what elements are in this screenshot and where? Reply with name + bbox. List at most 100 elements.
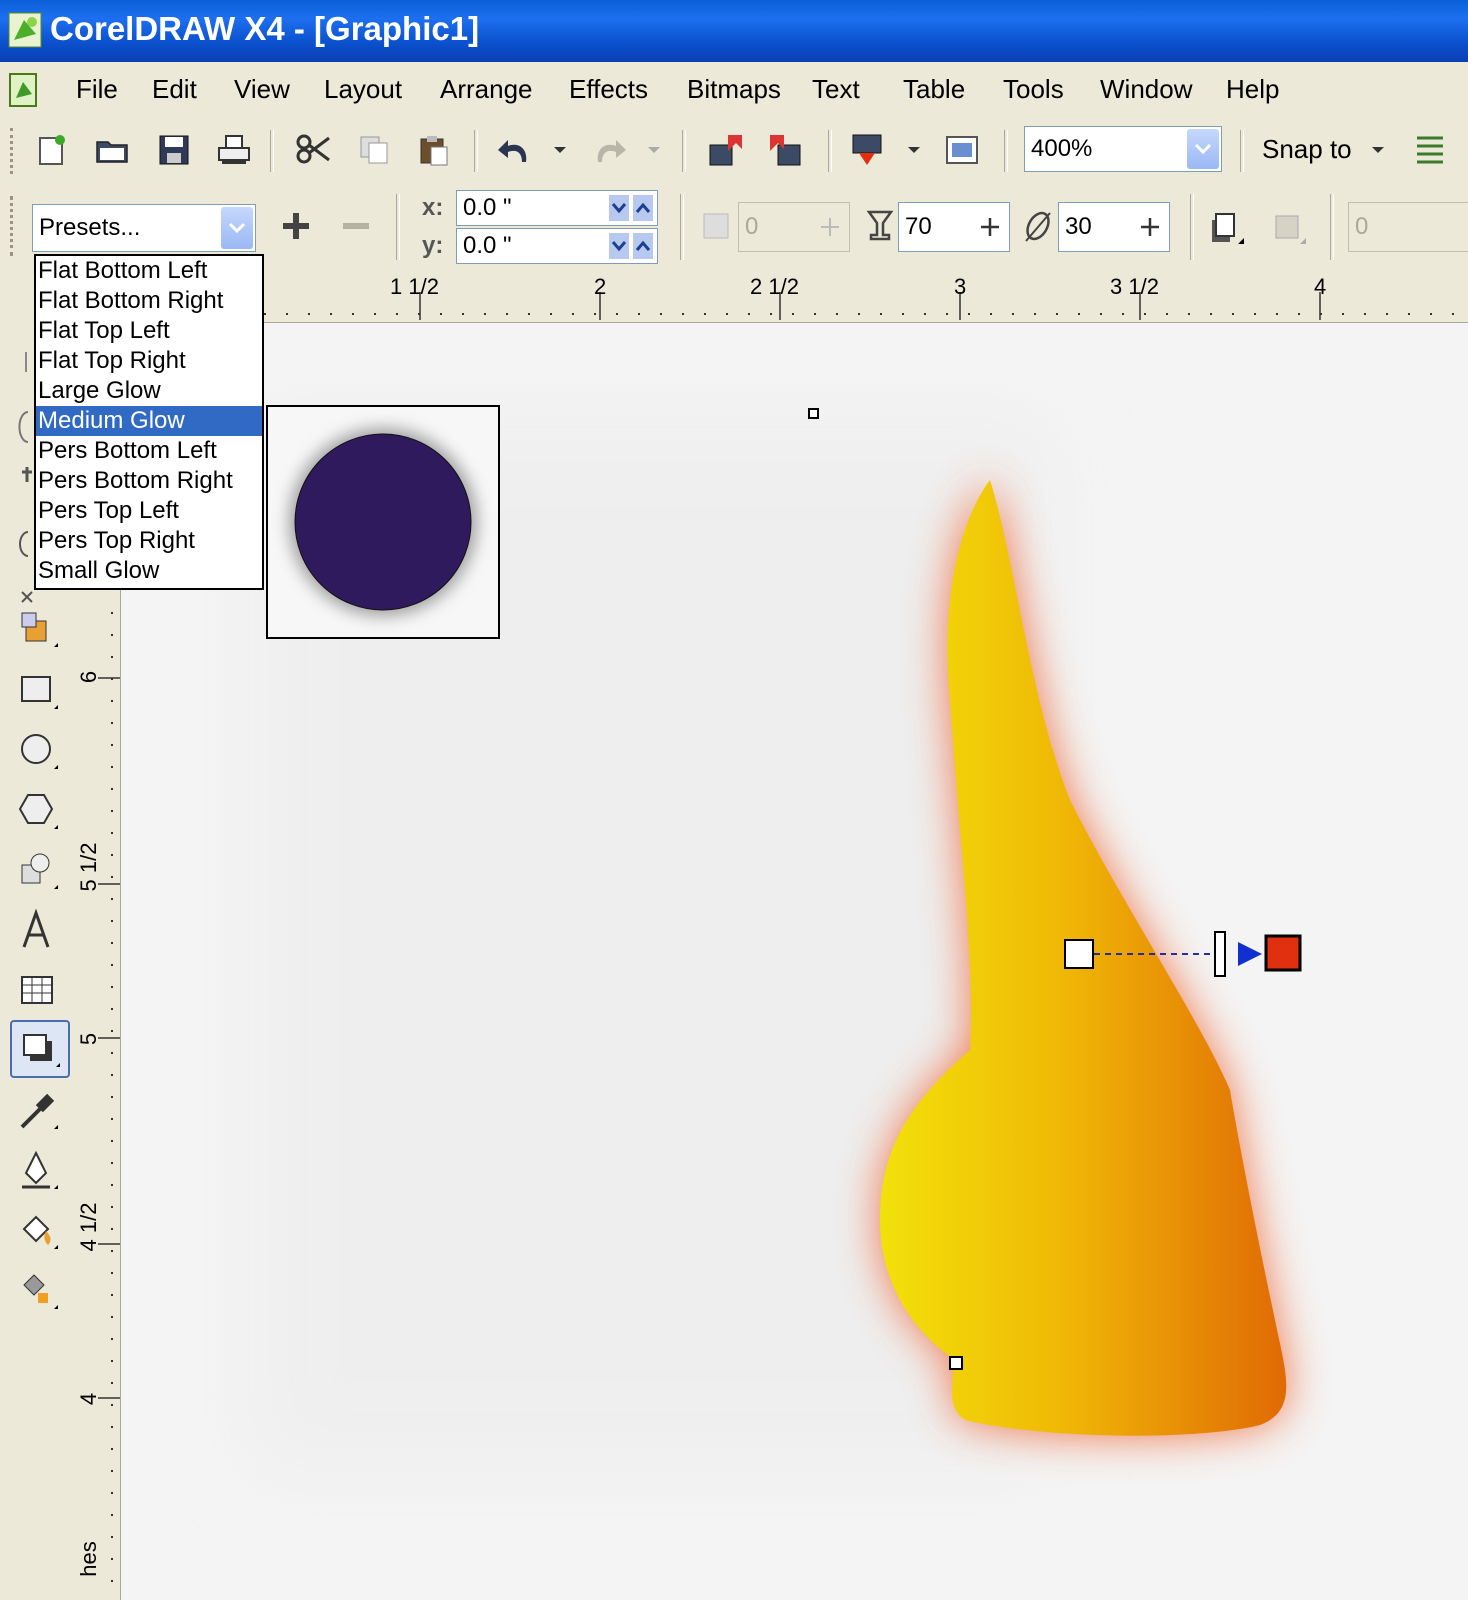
polygon-tool-icon[interactable] <box>10 784 66 838</box>
fade-field[interactable]: 0 <box>1348 202 1468 252</box>
basic-shapes-tool-icon[interactable] <box>10 844 66 898</box>
shadow-opacity-slider[interactable] <box>1214 931 1226 977</box>
feather-edges-icon[interactable] <box>1266 204 1310 248</box>
shadow-offset-field[interactable]: 0 <box>738 202 850 252</box>
menu-bitmaps[interactable]: Bitmaps <box>687 74 781 105</box>
fade-value: 0 <box>1355 213 1369 240</box>
ruler-label-6: 6 <box>76 670 101 684</box>
y-label: y: <box>422 232 444 259</box>
x-spinner[interactable] <box>609 195 653 221</box>
rectangle-tool-icon[interactable] <box>10 664 66 718</box>
coreldraw-app-icon[interactable] <box>8 12 42 48</box>
menu-window[interactable]: Window <box>1100 74 1192 105</box>
presets-dropdown-button[interactable] <box>221 207 253 249</box>
ruler-unit-label: hes <box>76 1541 101 1577</box>
preset-option[interactable]: Pers Top Left <box>36 496 262 526</box>
zoom-dropdown-button[interactable] <box>1187 129 1219 169</box>
preset-option[interactable]: Small Glow <box>36 556 262 586</box>
menu-file[interactable]: File <box>76 74 118 105</box>
chevron-up-icon <box>633 233 653 259</box>
preset-option[interactable]: Pers Bottom Right <box>36 466 262 496</box>
import-icon[interactable] <box>704 128 748 172</box>
launcher-dropdown-icon[interactable] <box>900 128 928 172</box>
fill-tool-icon[interactable] <box>10 1204 66 1258</box>
document-icon[interactable] <box>8 72 40 113</box>
preset-option[interactable]: Flat Top Right <box>36 346 262 376</box>
redo-icon[interactable] <box>586 128 630 172</box>
y-spinner[interactable] <box>609 233 653 259</box>
presets-combobox[interactable]: Presets... <box>32 204 256 252</box>
undo-icon[interactable] <box>494 128 538 172</box>
shadow-offset-icon <box>694 204 738 248</box>
shadow-opacity-field[interactable]: 70 <box>898 202 1010 252</box>
window-title: CorelDRAW X4 - [Graphic1] <box>50 10 480 47</box>
title-bar: CorelDRAW X4 - [Graphic1] <box>0 0 1468 62</box>
toolbar-grip[interactable] <box>10 196 17 256</box>
ellipse-tool-icon[interactable] <box>10 724 66 778</box>
preset-option[interactable]: Large Glow <box>36 376 262 406</box>
chevron-down-icon <box>1194 143 1212 155</box>
toolbar-separator <box>1240 130 1244 172</box>
menu-effects[interactable]: Effects <box>569 74 648 105</box>
menu-table[interactable]: Table <box>903 74 965 105</box>
presets-combobox-label: Presets... <box>39 214 141 241</box>
horizontal-ruler[interactable]: 1 1/2 2 2 1/2 3 3 1/2 4 <box>120 272 1468 323</box>
text-tool-icon[interactable] <box>10 904 66 958</box>
print-icon[interactable] <box>212 128 256 172</box>
add-preset-icon[interactable] <box>274 204 318 248</box>
save-icon[interactable] <box>152 128 196 172</box>
toolbar-separator <box>396 194 400 260</box>
ruler-label-2-1-2: 2 1/2 <box>750 274 799 299</box>
export-icon[interactable] <box>764 128 808 172</box>
menu-view[interactable]: View <box>234 74 290 105</box>
copy-icon[interactable] <box>352 128 396 172</box>
undo-dropdown-icon[interactable] <box>546 128 574 172</box>
open-folder-icon[interactable] <box>90 128 134 172</box>
toolbar-grip[interactable] <box>10 128 17 174</box>
drop-shadow-tool-icon[interactable] <box>10 1020 70 1078</box>
menu-arrange[interactable]: Arrange <box>440 74 533 105</box>
cut-icon[interactable] <box>292 128 336 172</box>
eyedropper-tool-icon[interactable] <box>10 1084 66 1138</box>
shadow-end-handle[interactable] <box>1264 934 1302 972</box>
toolbar-separator <box>682 130 686 172</box>
menu-layout[interactable]: Layout <box>324 74 402 105</box>
feather-direction-icon[interactable] <box>1204 204 1248 248</box>
menu-tools[interactable]: Tools <box>1003 74 1064 105</box>
outline-pen-tool-icon[interactable] <box>10 1144 66 1198</box>
toolbar-separator <box>1190 194 1194 260</box>
preset-option-selected[interactable]: Medium Glow <box>36 406 262 436</box>
paste-icon[interactable] <box>412 128 456 172</box>
snap-to-label[interactable]: Snap to <box>1262 134 1352 165</box>
preset-option[interactable]: Flat Top Left <box>36 316 262 346</box>
ruler-label-1-1-2: 1 1/2 <box>390 274 439 299</box>
menu-edit[interactable]: Edit <box>152 74 197 105</box>
shadow-feather-field[interactable]: 30 <box>1058 202 1170 252</box>
shadow-handle-small[interactable] <box>808 408 819 419</box>
x-position-field[interactable]: 0.0 " <box>456 190 658 226</box>
preset-option[interactable]: Flat Bottom Right <box>36 286 262 316</box>
interactive-fill-tool-icon[interactable] <box>10 1264 66 1318</box>
preview-circle-image <box>289 428 477 616</box>
menu-text[interactable]: Text <box>812 74 860 105</box>
menu-help[interactable]: Help <box>1226 74 1279 105</box>
preset-option[interactable]: Flat Bottom Left <box>36 256 262 286</box>
zoom-level-field[interactable]: 400% <box>1024 126 1222 172</box>
node-handle[interactable] <box>949 1356 963 1370</box>
application-launcher-icon[interactable] <box>846 128 890 172</box>
preset-option[interactable]: Pers Bottom Left <box>36 436 262 466</box>
feather-icon <box>1016 204 1060 248</box>
snap-dropdown-icon[interactable] <box>1364 128 1392 172</box>
toolbar-separator <box>1330 194 1334 260</box>
chevron-down-icon <box>609 195 629 221</box>
delete-preset-icon[interactable] <box>334 204 378 248</box>
preset-option[interactable]: Pers Top Right <box>36 526 262 556</box>
welcome-screen-icon[interactable] <box>940 128 984 172</box>
shadow-start-handle[interactable] <box>1064 939 1094 969</box>
new-document-icon[interactable] <box>30 128 74 172</box>
y-position-field[interactable]: 0.0 " <box>456 228 658 264</box>
shadow-offset-value: 0 <box>745 213 759 240</box>
redo-dropdown-icon[interactable] <box>640 128 668 172</box>
options-icon[interactable] <box>1410 128 1450 172</box>
table-tool-icon[interactable] <box>10 964 66 1018</box>
